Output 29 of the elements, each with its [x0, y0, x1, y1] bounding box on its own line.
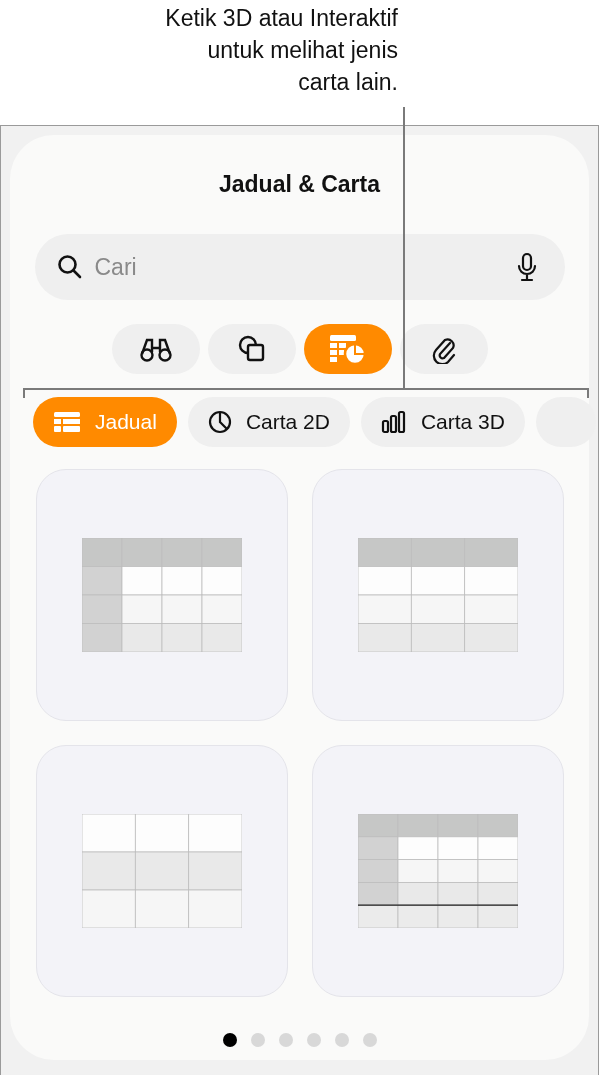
- table-template-card[interactable]: [35, 469, 288, 721]
- microphone-icon[interactable]: [516, 252, 537, 282]
- table-thumbnail-icon: [81, 538, 242, 652]
- page-dot[interactable]: [222, 1033, 237, 1047]
- table-thumbnail-icon: [357, 538, 518, 652]
- bar-chart-icon: [380, 410, 407, 434]
- chart-type-tab[interactable]: Carta 3D: [360, 397, 525, 447]
- page-dot[interactable]: [278, 1033, 293, 1047]
- chart-type-tab[interactable]: Carta 2D: [187, 397, 350, 447]
- table-thumbnail-icon: [81, 814, 242, 928]
- page-dot[interactable]: [250, 1033, 265, 1047]
- pie-chart-icon: [207, 410, 232, 434]
- page-dot[interactable]: [334, 1033, 349, 1047]
- search-field[interactable]: Cari: [34, 234, 565, 300]
- page-dot[interactable]: [306, 1033, 321, 1047]
- table-template-card[interactable]: [311, 469, 564, 721]
- callout-text: Ketik 3D atau Interaktif untuk melihat jenis carta lain.: [165, 4, 398, 97]
- category-tab[interactable]: [111, 324, 200, 374]
- table-thumbnail-icon: [357, 814, 518, 928]
- shapes-icon: [236, 334, 267, 364]
- panel-title: Jadual & Carta: [218, 171, 381, 198]
- table-icon: [53, 411, 81, 433]
- table-template-card[interactable]: [311, 745, 564, 997]
- category-tab[interactable]: [399, 324, 488, 374]
- category-tab[interactable]: [207, 324, 296, 374]
- binoculars-icon: [138, 336, 173, 362]
- search-icon: [56, 254, 83, 280]
- page-dot[interactable]: [362, 1033, 377, 1047]
- table-template-card[interactable]: [35, 745, 288, 997]
